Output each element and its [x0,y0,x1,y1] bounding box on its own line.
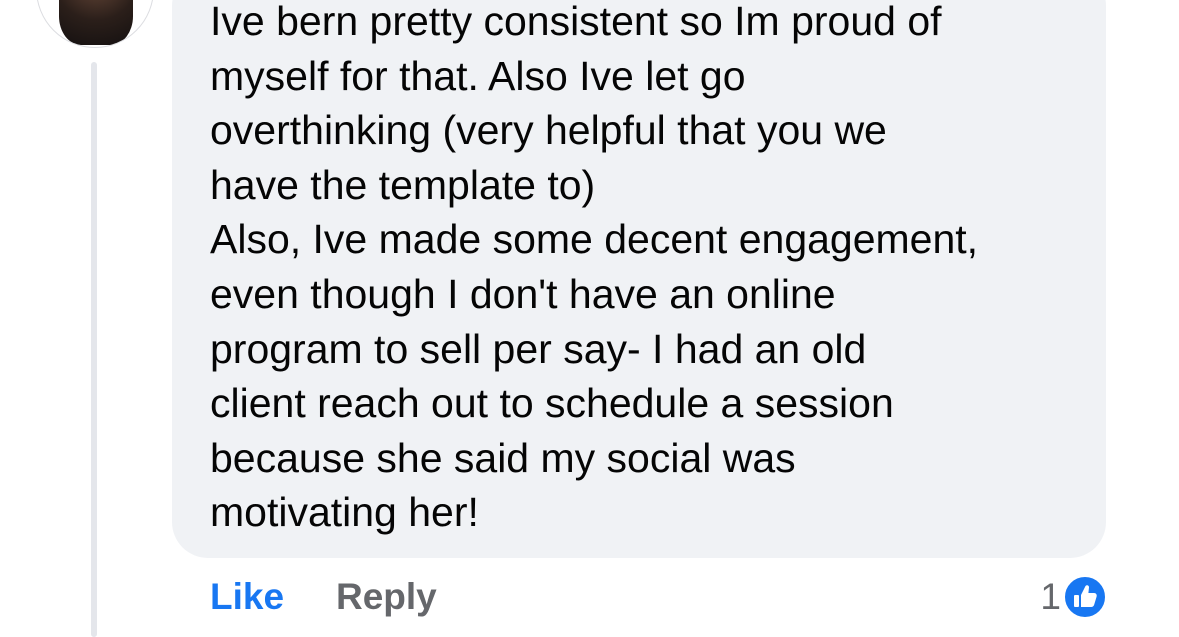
reaction-summary[interactable]: 1 [1040,574,1107,620]
commenter-avatar[interactable] [36,0,154,48]
comment-line: motivating her! [210,489,479,536]
reply-button[interactable]: Reply [336,574,437,620]
comment-line: even though I don't have an online [210,270,836,317]
comment-line: Also, Ive made some decent engagement, [210,216,979,263]
comment-line: overthinking (very helpful that you we [210,107,887,154]
comment-text: Ive bern pretty consistent so Im proud o… [210,0,1090,540]
comment-line: myself for that. Also Ive let go [210,52,746,99]
comment-line: have the template to) [210,161,596,208]
comment-bubble: Ive bern pretty consistent so Im proud o… [172,0,1106,558]
comment-actions: Like Reply 1 [0,574,1179,620]
reaction-count: 1 [1040,576,1061,617]
thumbs-up-icon [1063,575,1107,619]
avatar-photo [59,0,133,45]
comment-line: because she said my social was [210,434,796,481]
comment-line: Ive bern pretty consistent so Im proud o… [210,0,942,44]
like-button[interactable]: Like [210,574,284,620]
comment-line: client reach out to schedule a session [210,380,894,427]
comment-line: program to sell per say- I had an old [210,325,867,372]
reply-thread-line [91,62,97,637]
